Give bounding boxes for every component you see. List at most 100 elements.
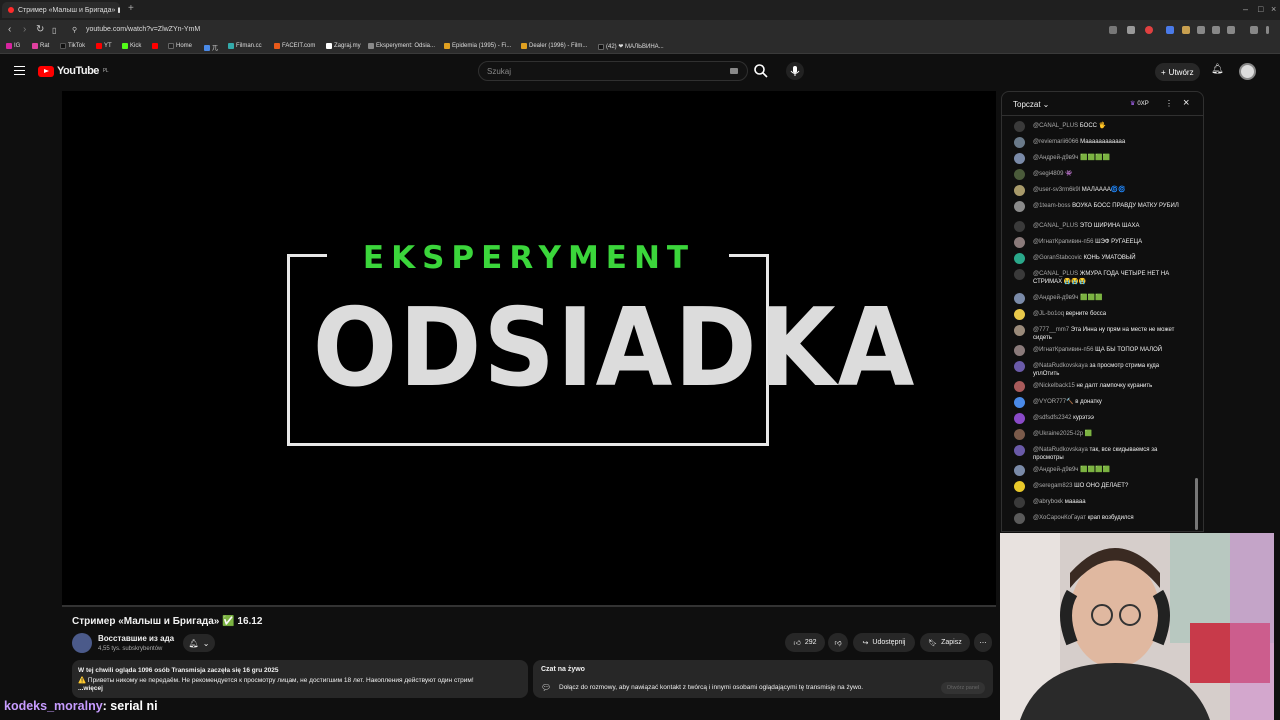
bookmark-item[interactable]: (42) ❤ МАЛЬВИНА...: [598, 43, 664, 50]
hamburger-menu-icon[interactable]: [14, 66, 25, 75]
brave-shield-icon[interactable]: [1145, 26, 1153, 34]
bookmark-item[interactable]: Kick: [122, 43, 141, 49]
open-panel-button[interactable]: Otwórz panel: [941, 682, 985, 694]
share-icon[interactable]: [1127, 26, 1135, 34]
chat-avatar[interactable]: [1014, 269, 1025, 280]
chat-author[interactable]: @Ukraine2025-l2p: [1033, 431, 1083, 437]
chat-scrollbar[interactable]: [1195, 478, 1198, 530]
chat-avatar[interactable]: [1014, 513, 1025, 524]
search-icon[interactable]: [753, 63, 769, 79]
chat-mode-dropdown[interactable]: Topczat ⌄: [1013, 100, 1049, 109]
back-icon[interactable]: ‹: [8, 24, 11, 35]
chat-avatar[interactable]: [1014, 361, 1025, 372]
chat-avatar[interactable]: [1014, 465, 1025, 476]
new-tab-icon[interactable]: +: [128, 3, 134, 14]
chat-author[interactable]: @sdfsdfs2342: [1033, 415, 1071, 421]
chat-author[interactable]: @Андрей-д9в9ч: [1033, 155, 1078, 161]
video-progress-bar[interactable]: [62, 605, 996, 607]
menu-icon[interactable]: [1266, 26, 1269, 34]
xp-badge[interactable]: ♛ 0XP: [1130, 100, 1149, 108]
chat-avatar[interactable]: [1014, 497, 1025, 508]
chat-author[interactable]: @GoranStabcovic: [1033, 255, 1082, 261]
video-player[interactable]: EKSPERYMENT ODSIADKA: [62, 91, 996, 606]
chat-avatar[interactable]: [1014, 397, 1025, 408]
chat-author[interactable]: @1team-boss: [1033, 203, 1070, 209]
minimize-icon[interactable]: –: [1243, 4, 1248, 14]
bookmark-item[interactable]: Filman.cc: [228, 43, 262, 49]
dislike-button[interactable]: 👎︎: [828, 633, 848, 652]
share-button[interactable]: ↪ Udostępnij: [853, 633, 915, 652]
profile-icon[interactable]: [1250, 26, 1258, 34]
extension-icon[interactable]: [1197, 26, 1205, 34]
keyboard-icon[interactable]: [730, 68, 738, 74]
chat-avatar[interactable]: [1014, 345, 1025, 356]
bookmark-item[interactable]: FACEIT.com: [274, 43, 315, 49]
chat-avatar[interactable]: [1014, 309, 1025, 320]
chat-author[interactable]: @abryboкk: [1033, 499, 1063, 505]
chat-author[interactable]: @reviemarii6066: [1033, 139, 1078, 145]
bookmark-item[interactable]: Rat: [32, 43, 49, 49]
chat-author[interactable]: @NataRudkovskaya: [1033, 447, 1088, 453]
chat-avatar[interactable]: [1014, 169, 1025, 180]
extension-icon[interactable]: [1166, 26, 1174, 34]
chat-avatar[interactable]: [1014, 185, 1025, 196]
chat-avatar[interactable]: [1014, 293, 1025, 304]
chat-author[interactable]: @NataRudkovskaya: [1033, 363, 1088, 369]
browser-tab[interactable]: Стример «Малыш и Бригада» ▮ ×: [2, 2, 120, 18]
close-chat-icon[interactable]: ×: [1183, 97, 1189, 109]
chat-avatar[interactable]: [1014, 153, 1025, 164]
chat-avatar[interactable]: [1014, 201, 1025, 212]
chat-author[interactable]: @ИгнатКрапивин-п56: [1033, 239, 1093, 245]
bookmark-item[interactable]: TikTok: [60, 43, 85, 49]
bookmark-item[interactable]: [152, 43, 158, 49]
subscription-bell-button[interactable]: 🔔︎ ⌄: [183, 634, 215, 652]
chat-author[interactable]: @777__mm7: [1033, 327, 1069, 333]
bookmark-item[interactable]: YT: [96, 43, 112, 49]
chat-author[interactable]: @ХоСаронКоГауат: [1033, 515, 1086, 521]
extension-icon[interactable]: [1182, 26, 1190, 34]
bookmark-page-icon[interactable]: ▯: [52, 26, 56, 35]
search-input[interactable]: Szukaj: [478, 61, 748, 81]
bookmark-item[interactable]: Home: [168, 43, 192, 49]
chat-message-list[interactable]: @CANAL_PLUS БОСС 🖐 @reviemarii6066 Мааааа…: [1002, 116, 1202, 531]
account-avatar[interactable]: [1239, 63, 1256, 80]
bookmark-item[interactable]: Epidemia (1995) - Fi...: [444, 43, 511, 49]
site-info-icon[interactable]: ⚲: [72, 26, 77, 34]
reload-icon[interactable]: ↻: [36, 24, 44, 35]
chat-author[interactable]: @seregam823: [1033, 483, 1072, 489]
chat-avatar[interactable]: [1014, 121, 1025, 132]
save-button[interactable]: 🔖︎ Zapisz: [920, 633, 970, 652]
bookmark-item[interactable]: 兀: [204, 43, 218, 52]
video-description[interactable]: W tej chwili ogląda 1096 osób Transmisja…: [72, 660, 528, 698]
bookmark-item[interactable]: Dealer (1996) - Film...: [521, 43, 587, 49]
youtube-logo[interactable]: YouTube PL: [38, 65, 109, 77]
chat-avatar[interactable]: [1014, 137, 1025, 148]
chat-author[interactable]: @VYOR777🔨: [1033, 399, 1074, 405]
chat-author[interactable]: @JL-bo1oq: [1033, 311, 1064, 317]
voice-search-button[interactable]: [786, 62, 804, 80]
chat-avatar[interactable]: [1014, 445, 1025, 456]
chat-author[interactable]: @CANAL_PLUS: [1033, 123, 1078, 129]
chat-avatar[interactable]: [1014, 237, 1025, 248]
chat-avatar[interactable]: [1014, 221, 1025, 232]
maximize-icon[interactable]: □: [1258, 4, 1263, 14]
chat-author[interactable]: @ИгнатКрапивин-п56: [1033, 347, 1093, 353]
chat-author[interactable]: @CANAL_PLUS: [1033, 223, 1078, 229]
chat-author[interactable]: @Nickelback15: [1033, 383, 1075, 389]
url-field[interactable]: youtube.com/watch?v=ZlwZYn-YmM: [86, 26, 200, 33]
forward-icon[interactable]: ›: [23, 24, 26, 35]
chat-avatar[interactable]: [1014, 325, 1025, 336]
notifications-bell-icon[interactable]: 🔔︎: [1211, 64, 1224, 75]
chat-avatar[interactable]: [1014, 429, 1025, 440]
chat-avatar[interactable]: [1014, 381, 1025, 392]
cast-icon[interactable]: [1109, 26, 1117, 34]
like-button[interactable]: 👍︎ 292: [785, 633, 825, 652]
chat-author[interactable]: @Андрей-д9в9ч: [1033, 295, 1078, 301]
channel-name[interactable]: Восставшие из ада: [98, 634, 174, 643]
chat-author[interactable]: @segi4809: [1033, 171, 1063, 177]
chat-author[interactable]: @Андрей-д9в9ч: [1033, 467, 1078, 473]
bookmark-item[interactable]: Eksperyment: Odsia...: [368, 43, 435, 49]
more-vertical-icon[interactable]: ⋮: [1165, 99, 1173, 108]
channel-avatar[interactable]: [72, 633, 92, 653]
bookmark-item[interactable]: Zagraj.my: [326, 43, 361, 49]
